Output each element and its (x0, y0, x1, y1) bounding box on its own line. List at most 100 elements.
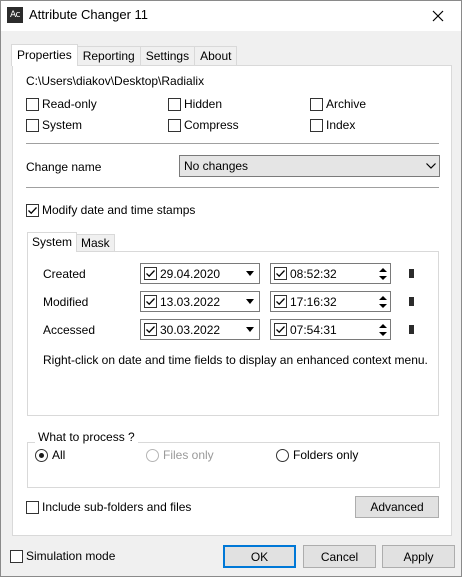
divider (26, 187, 439, 188)
app-window: Ac Attribute Changer 11 Properties Repor… (0, 0, 462, 577)
system-label: System (42, 118, 83, 132)
checkmark-icon (276, 270, 285, 278)
index-checkbox[interactable]: Index (310, 118, 355, 132)
accessed-time-checkbox[interactable] (274, 323, 287, 336)
cancel-button[interactable]: Cancel (303, 545, 376, 568)
process-files-label: Files only (163, 448, 214, 462)
properties-panel: C:\Users\diakov\Desktop\Radialix Read-on… (12, 65, 452, 536)
index-label: Index (326, 118, 356, 132)
checkbox-box (310, 118, 323, 132)
radio-circle (146, 448, 159, 462)
modified-copy-button[interactable] (409, 297, 414, 306)
checkmark-icon (276, 298, 285, 306)
created-label: Created (43, 267, 86, 281)
modified-label: Modified (43, 295, 89, 309)
system-checkbox[interactable]: System (26, 118, 82, 132)
tab-mask[interactable]: Mask (76, 234, 115, 252)
modified-time-checkbox[interactable] (274, 295, 287, 308)
tab-system[interactable]: System (27, 232, 78, 252)
main-tabs: Properties Reporting Settings About (11, 44, 238, 66)
date-tabs: System Mask (27, 232, 115, 252)
modified-date-picker[interactable]: 13.03.2022 (140, 291, 260, 312)
created-date-value: 29.04.2020 (160, 266, 221, 281)
close-icon (432, 10, 444, 22)
readonly-checkbox[interactable]: Read-only (26, 97, 97, 111)
simulation-mode-checkbox[interactable]: Simulation mode (10, 549, 115, 563)
process-group (27, 442, 440, 488)
apply-button[interactable]: Apply (382, 545, 455, 568)
process-files-radio[interactable]: Files only (146, 448, 214, 462)
spinner-icon[interactable] (376, 264, 390, 283)
change-name-dropdown[interactable]: No changes (179, 155, 440, 177)
tab-about[interactable]: About (194, 46, 238, 66)
divider (26, 143, 439, 144)
radio-circle (276, 448, 289, 462)
checkbox-box (10, 549, 23, 563)
modified-date-value: 13.03.2022 (160, 294, 221, 309)
modify-dates-label: Modify date and time stamps (42, 203, 196, 217)
simulation-mode-label: Simulation mode (26, 549, 116, 563)
hidden-checkbox[interactable]: Hidden (168, 97, 222, 111)
created-time-picker[interactable]: 08:52:32 (270, 263, 391, 284)
checkbox-box (168, 97, 181, 111)
checkbox-box (26, 118, 39, 132)
checkbox-box (26, 203, 39, 217)
checkmark-icon (146, 298, 155, 306)
archive-checkbox[interactable]: Archive (310, 97, 366, 111)
window-title: Attribute Changer 11 (29, 7, 148, 22)
process-all-label: All (52, 448, 66, 462)
modified-time-picker[interactable]: 17:16:32 (270, 291, 391, 312)
archive-label: Archive (326, 97, 367, 111)
accessed-date-picker[interactable]: 30.03.2022 (140, 319, 260, 340)
title-bar: Ac Attribute Changer 11 (1, 1, 461, 31)
include-subfolders-checkbox[interactable]: Include sub-folders and files (26, 500, 191, 514)
radio-circle (35, 448, 48, 462)
accessed-date-checkbox[interactable] (144, 323, 157, 336)
checkmark-icon (146, 270, 155, 278)
checkmark-icon (146, 326, 155, 334)
created-date-checkbox[interactable] (144, 267, 157, 280)
modify-dates-checkbox[interactable]: Modify date and time stamps (26, 203, 195, 217)
accessed-time-picker[interactable]: 07:54:31 (270, 319, 391, 340)
checkmark-icon (28, 206, 37, 214)
process-folders-label: Folders only (293, 448, 359, 462)
change-name-label: Change name (26, 160, 102, 174)
accessed-copy-button[interactable] (409, 325, 414, 334)
dropdown-arrow-icon[interactable] (241, 264, 259, 283)
spinner-icon[interactable] (376, 292, 390, 311)
modified-time-value: 17:16:32 (290, 294, 337, 309)
accessed-time-value: 07:54:31 (290, 322, 337, 337)
hint-text: Right-click on date and time fields to d… (43, 353, 428, 367)
created-time-value: 08:52:32 (290, 266, 337, 281)
created-copy-button[interactable] (409, 269, 414, 278)
checkbox-box (26, 500, 39, 514)
readonly-label: Read-only (42, 97, 97, 111)
advanced-button[interactable]: Advanced (355, 496, 439, 518)
dropdown-arrow-icon[interactable] (241, 292, 259, 311)
checkbox-box (310, 97, 323, 111)
dropdown-arrow-icon[interactable] (241, 320, 259, 339)
modified-date-checkbox[interactable] (144, 295, 157, 308)
target-path: C:\Users\diakov\Desktop\Radialix (26, 74, 205, 88)
app-icon: Ac (7, 7, 23, 23)
change-name-value: No changes (184, 159, 249, 173)
created-time-checkbox[interactable] (274, 267, 287, 280)
accessed-date-value: 30.03.2022 (160, 322, 221, 337)
tab-settings[interactable]: Settings (139, 46, 196, 66)
system-dates-panel: Created 29.04.2020 08:52:32 Modified 13.… (27, 251, 439, 416)
checkbox-box (26, 97, 39, 111)
created-date-picker[interactable]: 29.04.2020 (140, 263, 260, 284)
close-button[interactable] (415, 1, 461, 31)
process-all-radio[interactable]: All (35, 448, 65, 462)
accessed-label: Accessed (43, 323, 96, 337)
checkbox-box (168, 118, 181, 132)
spinner-icon[interactable] (376, 320, 390, 339)
compress-label: Compress (184, 118, 239, 132)
process-folders-radio[interactable]: Folders only (276, 448, 358, 462)
tab-properties[interactable]: Properties (11, 44, 78, 66)
ok-button[interactable]: OK (223, 545, 296, 568)
compress-checkbox[interactable]: Compress (168, 118, 239, 132)
chevron-down-icon (423, 156, 439, 176)
process-group-legend: What to process ? (35, 430, 138, 444)
tab-reporting[interactable]: Reporting (76, 46, 141, 66)
